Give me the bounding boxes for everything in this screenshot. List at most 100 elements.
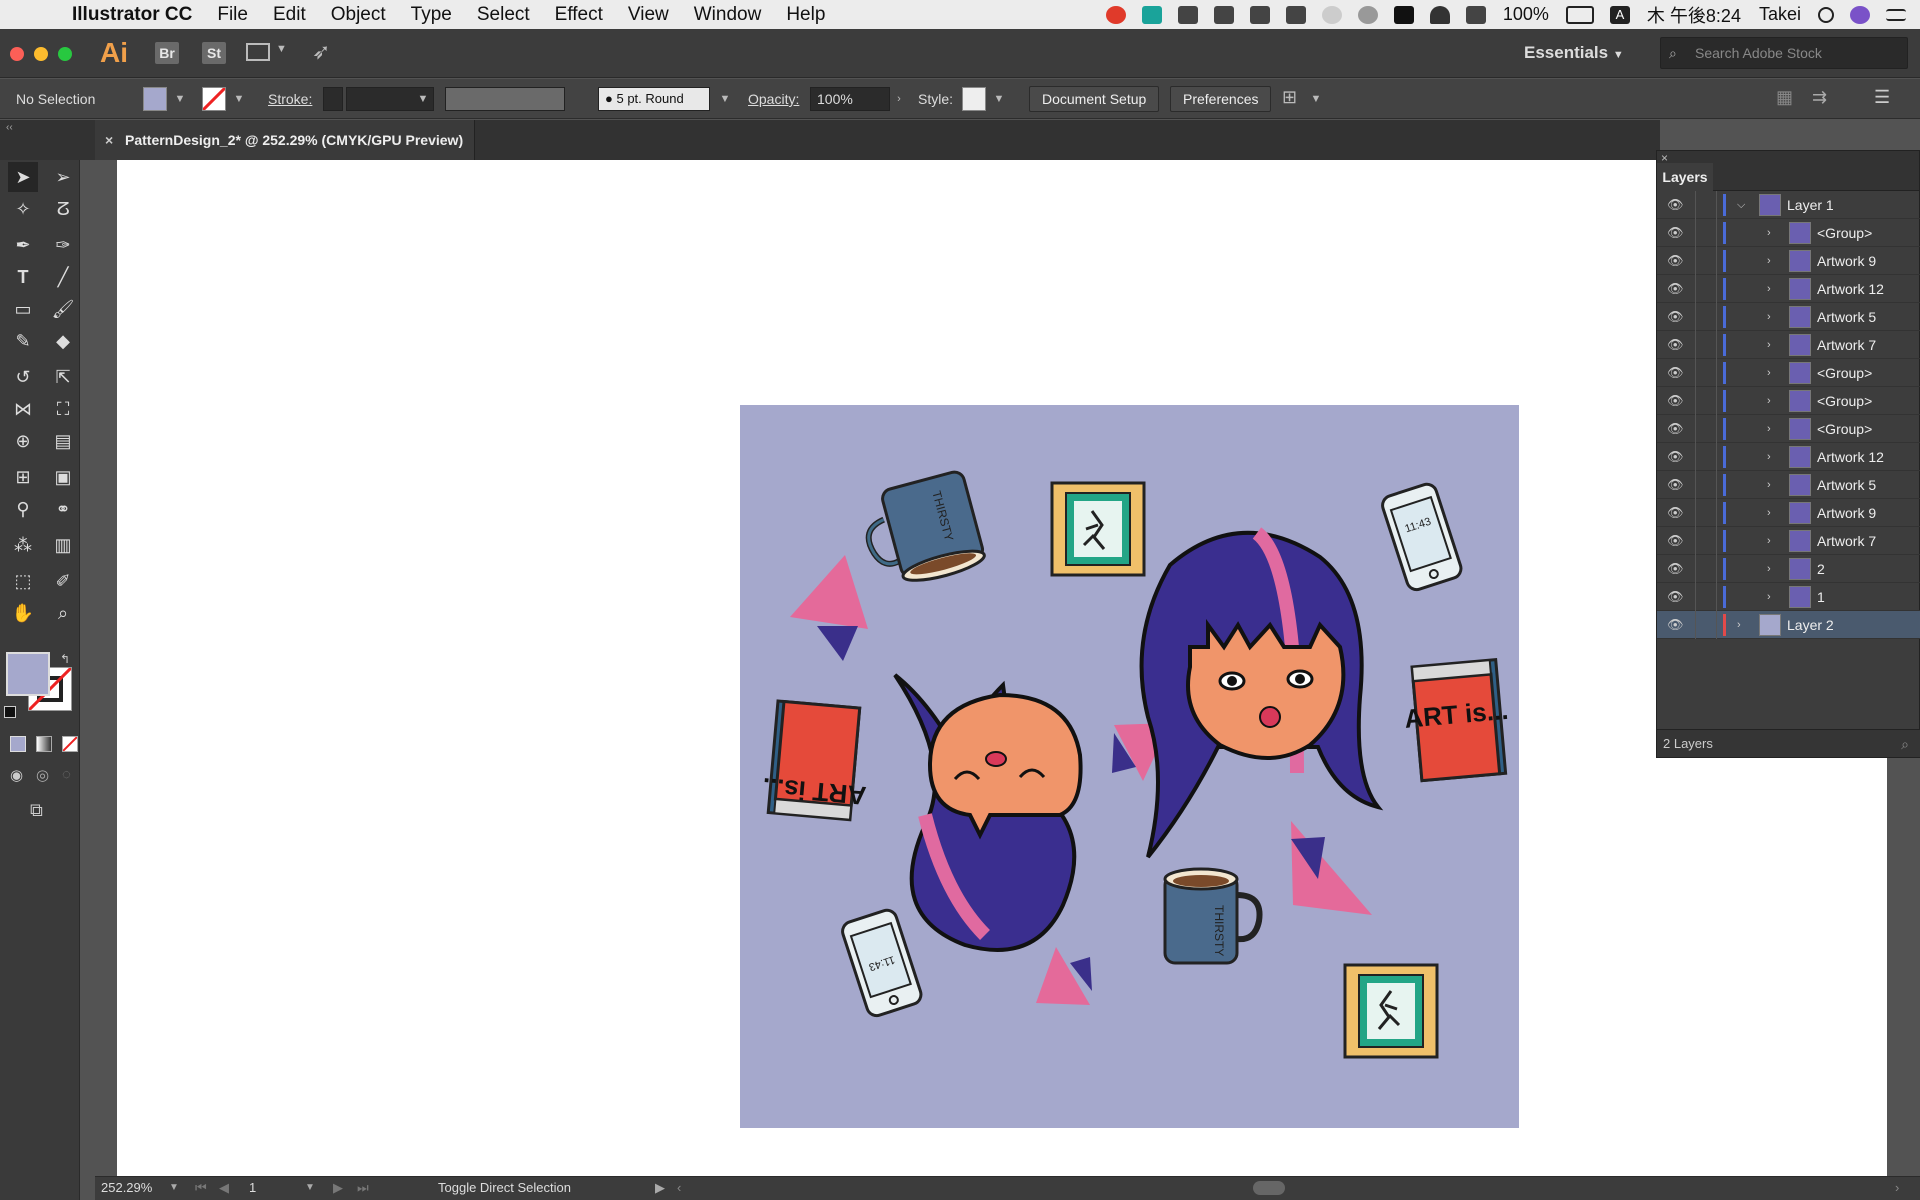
hand-tool-icon[interactable]: ✋ [8, 598, 38, 628]
chevron-right-icon[interactable]: › [1737, 611, 1751, 639]
stroke-weight-dropdown[interactable]: ▼ [414, 87, 432, 111]
zoom-tool-icon[interactable]: ⌕ [48, 598, 78, 628]
chevron-right-icon[interactable]: › [1767, 555, 1781, 583]
menu-file[interactable]: File [217, 4, 248, 26]
horizontal-scrollbar-thumb[interactable] [1253, 1181, 1285, 1195]
layer-name[interactable]: Layer 2 [1787, 611, 1834, 639]
document-tab[interactable]: × PatternDesign_2* @ 252.29% (CMYK/GPU P… [95, 120, 475, 160]
artboard-dropdown[interactable]: ▼ [305, 1177, 315, 1199]
lock-toggle[interactable] [1695, 331, 1717, 359]
paintbrush-tool-icon[interactable]: 🖌 [48, 294, 78, 324]
visibility-eye-icon[interactable]: 👁 [1667, 275, 1687, 303]
search-adobe-stock-input[interactable]: ⌕ Search Adobe Stock [1660, 37, 1908, 69]
lock-toggle[interactable] [1695, 191, 1717, 219]
chevron-down-icon[interactable]: ▼ [276, 43, 287, 55]
width-tool-icon[interactable]: ⋈ [8, 394, 38, 424]
scroll-right-icon[interactable]: › [1895, 1177, 1899, 1199]
menu-edit[interactable]: Edit [273, 4, 306, 26]
fill-swatch[interactable] [143, 87, 167, 111]
first-artboard-icon[interactable]: ⏮ [195, 1177, 207, 1199]
menu-type[interactable]: Type [411, 4, 452, 26]
home-icon[interactable] [1393, 5, 1414, 24]
rectangle-tool-icon[interactable]: ▭ [8, 294, 38, 324]
lock-toggle[interactable] [1695, 555, 1717, 583]
user-name[interactable]: Takei [1759, 4, 1801, 25]
bridge-button[interactable]: Br [155, 42, 179, 64]
notification-center-icon[interactable] [1886, 8, 1906, 21]
panel-menu-icon[interactable]: ☰ [1874, 87, 1890, 108]
lock-toggle[interactable] [1695, 443, 1717, 471]
free-transform-tool-icon[interactable]: ⛶ [48, 394, 78, 424]
layer-row[interactable]: 👁 › <Group> [1657, 359, 1920, 387]
style-dropdown[interactable]: ▼ [990, 87, 1008, 111]
draw-normal-icon[interactable]: ◉ [10, 766, 23, 784]
chevron-right-icon[interactable]: › [1767, 303, 1781, 331]
collapse-toolbar-icon[interactable]: ‹‹ [6, 122, 13, 133]
chevron-right-icon[interactable]: › [1767, 499, 1781, 527]
brush-definition[interactable]: ● 5 pt. Round [598, 87, 710, 111]
opacity-label[interactable]: Opacity: [748, 87, 799, 111]
menu-view[interactable]: View [628, 4, 669, 26]
column-graph-tool-icon[interactable]: ▥ [48, 530, 78, 560]
dropbox-icon[interactable] [1213, 5, 1234, 24]
lock-toggle[interactable] [1695, 247, 1717, 275]
slice-tool-icon[interactable]: ✐ [48, 566, 78, 596]
visibility-eye-icon[interactable]: 👁 [1667, 443, 1687, 471]
layer-row[interactable]: 👁 › Artwork 12 [1657, 443, 1920, 471]
layer-row[interactable]: 👁 › <Group> [1657, 415, 1920, 443]
visibility-eye-icon[interactable]: 👁 [1667, 555, 1687, 583]
previous-artboard-icon[interactable]: ◀ [219, 1177, 229, 1199]
draw-behind-icon[interactable]: ◎ [36, 766, 49, 784]
lock-toggle[interactable] [1695, 359, 1717, 387]
battery-icon[interactable] [1565, 5, 1594, 24]
last-artboard-icon[interactable]: ⏭ [357, 1177, 369, 1199]
preferences-button[interactable]: Preferences [1170, 86, 1272, 112]
chevron-right-icon[interactable]: › [1767, 359, 1781, 387]
align-icon[interactable]: ⊞ [1282, 87, 1297, 108]
layer-row[interactable]: 👁 › 1 [1657, 583, 1920, 611]
app-name-menu[interactable]: Illustrator CC [72, 4, 192, 26]
visibility-eye-icon[interactable]: 👁 [1667, 191, 1687, 219]
eraser-tool-icon[interactable]: ◆ [48, 326, 78, 356]
chevron-right-icon[interactable]: › [1767, 471, 1781, 499]
d-icon[interactable] [1321, 5, 1342, 24]
gpu-performance-icon[interactable]: ➶ [312, 39, 330, 65]
layer-name[interactable]: <Group> [1817, 415, 1872, 443]
layer-name[interactable]: <Group> [1817, 359, 1872, 387]
chevron-right-icon[interactable]: › [1767, 387, 1781, 415]
layer-name[interactable]: Artwork 5 [1817, 471, 1876, 499]
default-fill-stroke-icon[interactable] [4, 706, 16, 718]
layer-name[interactable]: <Group> [1817, 387, 1872, 415]
menu-object[interactable]: Object [331, 4, 386, 26]
creative-cloud-icon[interactable] [1105, 5, 1126, 24]
stock-button[interactable]: St [202, 42, 226, 64]
visibility-eye-icon[interactable]: 👁 [1667, 415, 1687, 443]
pen-tool-icon[interactable]: ✒ [8, 230, 38, 260]
lock-toggle[interactable] [1695, 275, 1717, 303]
screen-mode-icon[interactable]: ⧉ [30, 800, 43, 821]
lock-toggle[interactable] [1695, 387, 1717, 415]
lock-toggle[interactable] [1695, 303, 1717, 331]
shaper-tool-icon[interactable]: ✎ [8, 326, 38, 356]
search-circle-icon[interactable] [1357, 5, 1378, 24]
stroke-label[interactable]: Stroke: [268, 87, 312, 111]
layer-row[interactable]: 👁 › Layer 2 [1657, 611, 1920, 639]
lock-toggle[interactable] [1695, 527, 1717, 555]
visibility-eye-icon[interactable]: 👁 [1667, 611, 1687, 639]
clock[interactable]: 木 午後8:24 [1647, 2, 1741, 28]
layer-row[interactable]: 👁 › Artwork 5 [1657, 471, 1920, 499]
artboard[interactable]: THIRSTY 11:43 ART is... ART is... THIRST… [740, 405, 1519, 1128]
layer-row[interactable]: 👁 › Artwork 5 [1657, 303, 1920, 331]
chevron-right-icon[interactable]: › [1767, 415, 1781, 443]
layer-name[interactable]: Artwork 7 [1817, 331, 1876, 359]
layer-name[interactable]: 1 [1817, 583, 1825, 611]
layer-row[interactable]: 👁 › <Group> [1657, 387, 1920, 415]
layer-row[interactable]: 👁 › Artwork 12 [1657, 275, 1920, 303]
visibility-eye-icon[interactable]: 👁 [1667, 247, 1687, 275]
menu-window[interactable]: Window [694, 4, 762, 26]
wifi-icon[interactable] [1429, 5, 1450, 24]
next-artboard-icon[interactable]: ▶ [333, 1177, 343, 1199]
direct-selection-tool-icon[interactable]: ➢ [48, 162, 78, 192]
mesh-tool-icon[interactable]: ⊞ [8, 462, 38, 492]
selection-tool-icon[interactable]: ➤ [8, 162, 38, 192]
